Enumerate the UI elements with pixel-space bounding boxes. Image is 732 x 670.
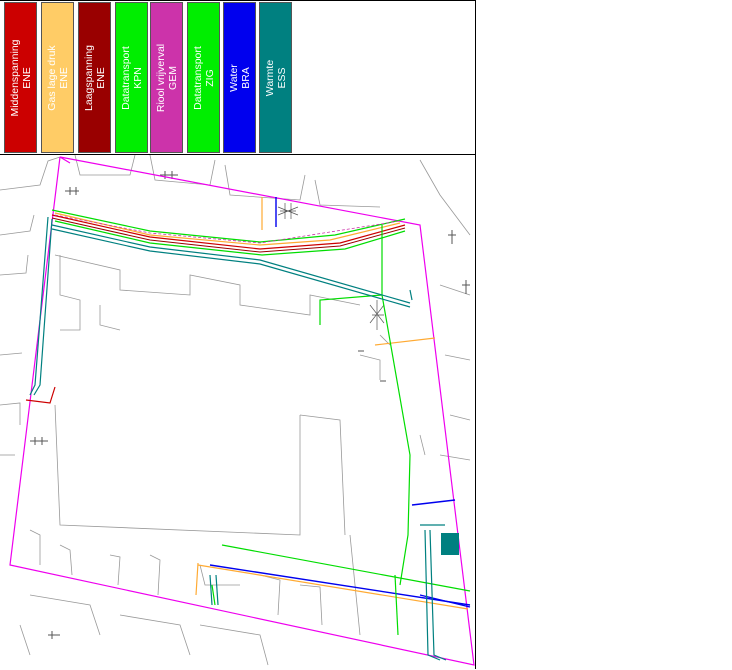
datatransport-lines: [51, 209, 471, 636]
legend-owner: BRA: [239, 66, 252, 89]
legend-label: Water: [227, 63, 240, 92]
utility-map: [0, 154, 476, 669]
map-canvas: [0, 155, 475, 666]
legend-label: Warmte: [263, 59, 276, 96]
legend-item-riool-vrijverval: Riool vrijverval GEM: [150, 2, 183, 153]
utility-legend: Middenspanning ENE Gas lage druk ENE Laags…: [0, 0, 476, 154]
legend-label: Gas lage druk: [45, 44, 58, 111]
legend-item-water: Water BRA: [223, 2, 256, 153]
work-area-boundary: [9, 156, 475, 666]
middenspanning-lines: [25, 214, 406, 404]
legend-owner: ENE: [94, 66, 107, 89]
legend-owner: ENE: [57, 66, 70, 89]
legend-owner: KPN: [131, 66, 144, 89]
legend-item-middenspanning: Middenspanning ENE: [4, 2, 37, 153]
legend-label: Datatransport: [191, 45, 204, 110]
legend-owner: ESS: [275, 67, 288, 89]
legend-item-warmte: Warmte ESS: [259, 2, 292, 153]
legend-item-datatransport-zig: Datatransport ZIG: [187, 2, 220, 153]
legend-label: Laagspanning: [82, 44, 95, 111]
legend-item-datatransport-kpn: Datatransport KPN: [115, 2, 148, 153]
legend-label: Datatransport: [119, 45, 132, 110]
building-outlines: [0, 155, 471, 666]
legend-item-gas-lage-druk: Gas lage druk ENE: [41, 2, 74, 153]
legend-label: Riool vrijverval: [154, 43, 167, 112]
legend-owner: ENE: [20, 66, 33, 89]
legend-label: Middenspanning: [8, 38, 21, 117]
legend-owner: GEM: [166, 65, 179, 90]
hatched-areas: [277, 203, 385, 330]
legend-owner: ZIG: [203, 68, 216, 87]
legend-item-laagspanning: Laagspanning ENE: [78, 2, 111, 153]
